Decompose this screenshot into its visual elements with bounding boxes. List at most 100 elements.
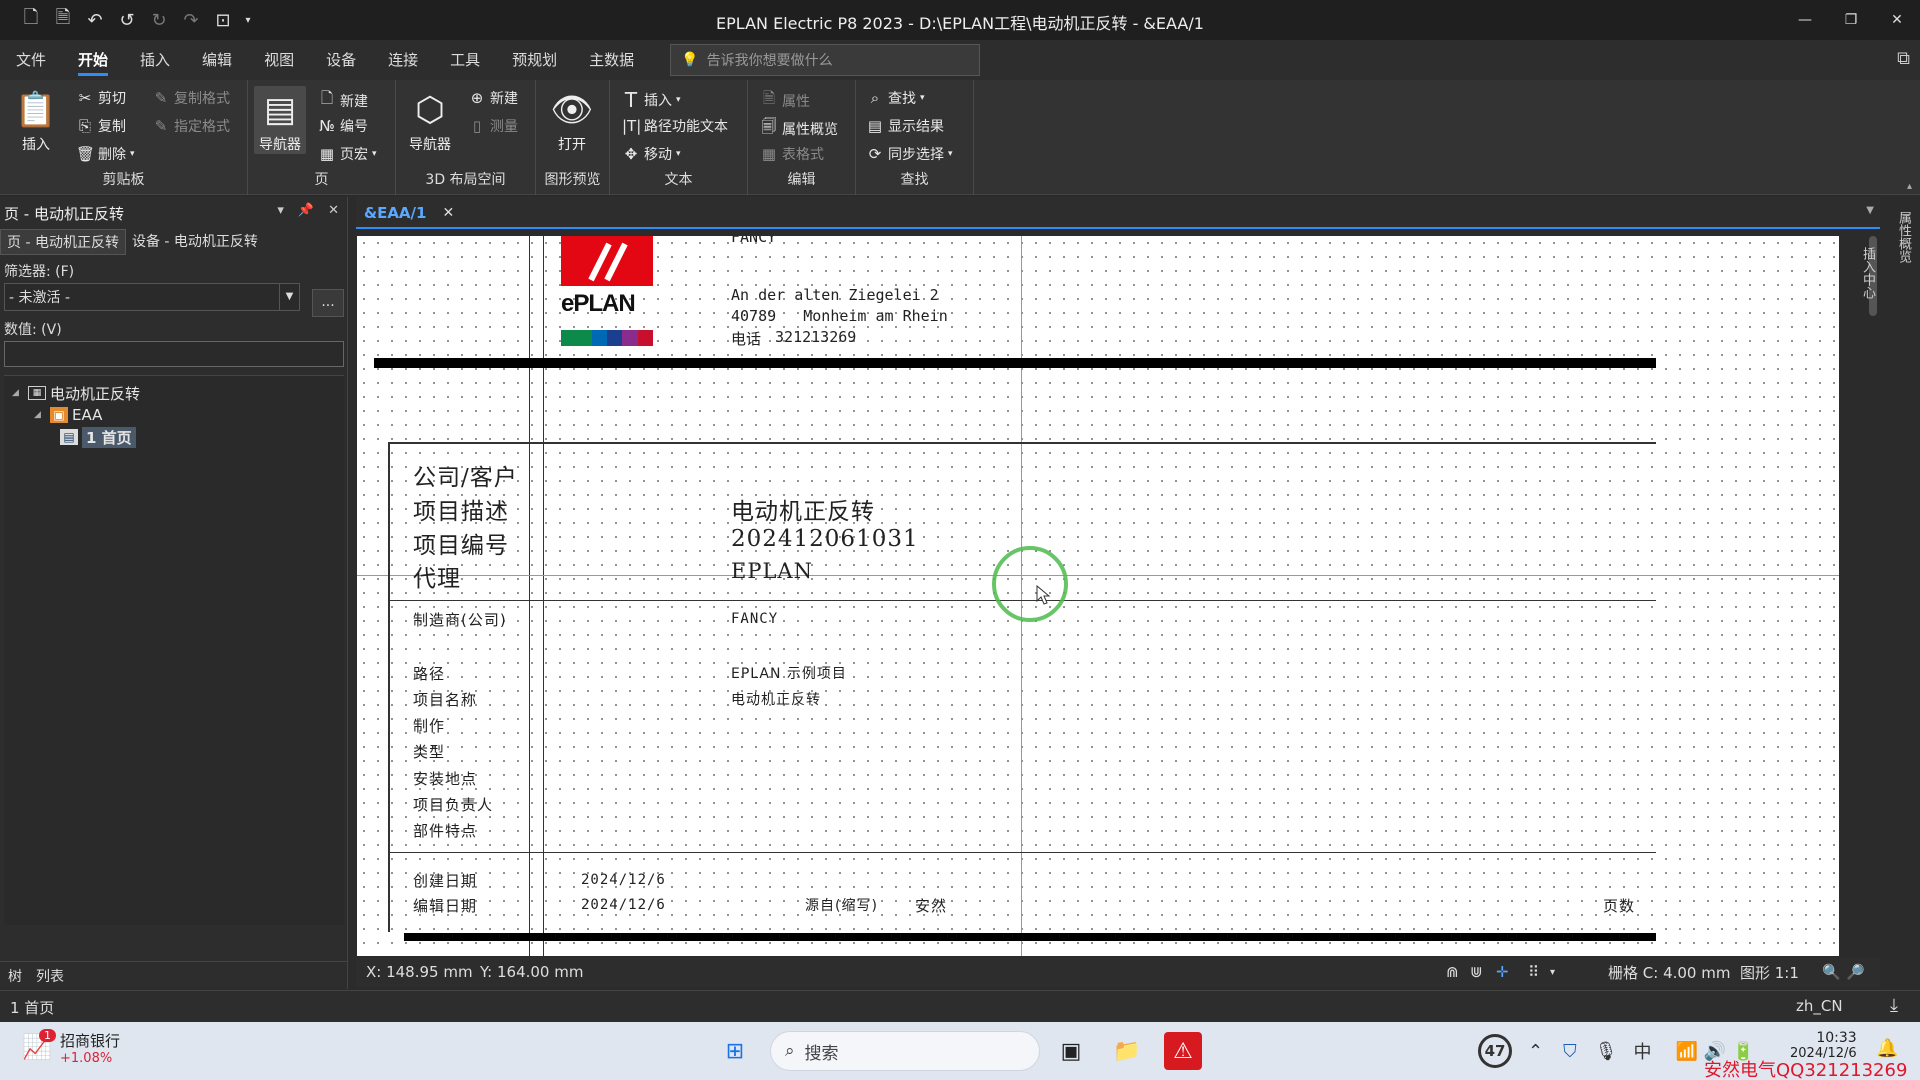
document-tab[interactable]: &EAA/1 ✕: [356, 197, 462, 229]
move-button[interactable]: ✥ 移动 ▾: [622, 144, 681, 164]
microphone-icon[interactable]: 🎙: [1595, 1041, 1618, 1062]
find-button[interactable]: ⌕ 查找 ▾: [866, 88, 925, 108]
ribbon-display-options-icon[interactable]: ⧉: [1897, 48, 1910, 69]
undo-icon[interactable]: ↺: [114, 7, 140, 33]
tab-master-data[interactable]: 主数据: [573, 40, 650, 80]
ime-indicator[interactable]: 中: [1633, 1038, 1651, 1064]
notification-badge[interactable]: 47: [1478, 1034, 1512, 1068]
start-button[interactable]: ⊞: [716, 1032, 754, 1070]
panel-close-icon[interactable]: ✕: [328, 203, 339, 218]
tree-node-structure[interactable]: ◢ ▣ EAA: [4, 404, 344, 426]
address-line-1: An der alten Ziegelei 2: [731, 286, 939, 304]
download-icon[interactable]: ⤓: [1890, 995, 1898, 1016]
copy-button[interactable]: ⎘ 复制: [76, 116, 126, 136]
path-text-icon: |T|: [622, 117, 642, 135]
redo-icon[interactable]: ↻: [146, 7, 172, 33]
properties-overview-tab[interactable]: 属性概览: [1894, 211, 1913, 263]
tree-node-project[interactable]: ◢ ▦ 电动机正反转: [4, 382, 344, 404]
measure-button[interactable]: ▯ 测量: [468, 116, 518, 136]
snap-to-grid-icon[interactable]: ⋒: [1446, 963, 1459, 981]
zoom-out-icon[interactable]: 🔍: [1822, 963, 1841, 981]
insert-text-button[interactable]: T 插入 ▾: [622, 88, 681, 112]
insert-center-tab[interactable]: 插入中心: [1858, 247, 1877, 299]
tab-edit[interactable]: 编辑: [186, 40, 248, 80]
undo-all-icon[interactable]: ↶: [82, 7, 108, 33]
table-format-button[interactable]: ▦ 表格式: [760, 144, 824, 164]
big-row-value-agent: EPLAN: [731, 559, 813, 583]
properties-button[interactable]: 🗎 属性: [760, 88, 810, 113]
tab-devices[interactable]: 设备 - 电动机正反转: [126, 229, 264, 255]
tab-pages[interactable]: 页 - 电动机正反转: [0, 229, 126, 255]
logo-text: ePLAN: [561, 290, 636, 317]
properties-overview-button[interactable]: 🗐 属性概览: [760, 116, 839, 141]
redo-all-icon[interactable]: ↷: [178, 7, 204, 33]
panel-menu-icon[interactable]: ▾: [277, 203, 284, 218]
filter-select[interactable]: - 未激活 - ▼: [4, 283, 300, 311]
new-project-icon[interactable]: 🗋: [18, 7, 44, 33]
new-page-button[interactable]: 🗋 新建: [318, 88, 368, 113]
collapse-icon[interactable]: ◢: [12, 388, 24, 398]
time: 10:33: [1816, 1030, 1857, 1046]
page-macro-button[interactable]: ▦ 页宏 ▾: [318, 144, 377, 164]
tell-me-search[interactable]: 💡 告诉我你想要做什么: [670, 44, 981, 76]
stock-widget[interactable]: 📈 1 招商银行 +1.08%: [22, 1029, 120, 1066]
ribbon-collapse-icon[interactable]: ▴: [1907, 181, 1912, 192]
tree-node-page[interactable]: ▤ 1 首页: [4, 426, 344, 448]
close-window-button[interactable]: ✕: [1874, 0, 1920, 40]
tab-connection[interactable]: 连接: [372, 40, 434, 80]
crosshair-icon[interactable]: ✛: [1496, 963, 1509, 981]
assign-format-button[interactable]: ✎ 指定格式: [152, 116, 230, 136]
filter-more-button[interactable]: ...: [312, 289, 344, 317]
tab-tools[interactable]: 工具: [434, 40, 496, 80]
tab-tree[interactable]: 树: [8, 966, 22, 986]
bottom-rule: [404, 933, 1656, 941]
wifi-icon[interactable]: 📶: [1675, 1041, 1697, 1062]
value-input[interactable]: [4, 341, 344, 367]
numbering-icon: №: [319, 117, 335, 135]
view-icon[interactable]: ⊡: [210, 7, 236, 33]
delete-button[interactable]: 🗑 删除 ▾: [76, 144, 135, 164]
shield-icon[interactable]: ⛉: [1563, 1041, 1577, 1062]
file-explorer-icon[interactable]: 📁: [1108, 1032, 1146, 1070]
open-preview-button[interactable]: 👁 打开: [546, 86, 598, 154]
task-view-icon[interactable]: ▣: [1052, 1032, 1090, 1070]
tab-list[interactable]: 列表: [36, 966, 64, 986]
restore-button[interactable]: ❐: [1828, 0, 1874, 40]
logo-mark-icon: [588, 242, 628, 282]
minimize-button[interactable]: —: [1782, 0, 1828, 40]
insert-button[interactable]: 📋 插入: [10, 86, 62, 154]
clipboard-icon: 📋: [14, 90, 58, 130]
number-pages-button[interactable]: № 编号: [318, 116, 368, 136]
tab-insert[interactable]: 插入: [124, 40, 186, 80]
copy-format-button[interactable]: ✎ 复制格式: [152, 88, 230, 108]
layout-navigator-button[interactable]: ⬡ 导航器: [404, 86, 456, 154]
close-tab-icon[interactable]: ✕: [442, 205, 454, 221]
tab-device[interactable]: 设备: [310, 40, 372, 80]
pin-icon[interactable]: 📌: [298, 203, 314, 218]
quick-access-toolbar: 🗋 🗎 ↶ ↺ ↻ ↷ ⊡ ▾: [0, 7, 254, 33]
page-macro-icon: ▦: [319, 145, 335, 163]
tab-start[interactable]: 开始: [62, 40, 124, 80]
chevron-up-icon[interactable]: ⌃: [1528, 1041, 1543, 1062]
document-list-icon[interactable]: ▼: [1866, 205, 1874, 216]
drawing-canvas[interactable]: ePLAN FANCY An der alten Ziegelei 2 4078…: [357, 236, 1839, 956]
zoom-in-icon[interactable]: 🔎: [1846, 963, 1865, 981]
cut-button[interactable]: ✂ 剪切: [76, 88, 126, 108]
collapse-icon[interactable]: ◢: [34, 410, 46, 420]
show-results-button[interactable]: ▤ 显示结果: [866, 116, 944, 136]
grid-display-icon[interactable]: ⠿: [1528, 963, 1539, 981]
sync-selection-button[interactable]: ⟳ 同步选择 ▾: [866, 144, 953, 164]
new-layout-space-button[interactable]: ⊕ 新建: [468, 88, 518, 108]
page-navigator-button[interactable]: ▤ 导航器: [254, 86, 306, 154]
sync-icon: ⟳: [868, 145, 882, 163]
tab-file[interactable]: 文件: [0, 40, 62, 80]
tab-view[interactable]: 视图: [248, 40, 310, 80]
snap-icon[interactable]: ⋓: [1470, 963, 1483, 981]
qat-customize-icon[interactable]: ▾: [242, 7, 254, 33]
path-function-text-button[interactable]: |T| 路径功能文本: [622, 116, 728, 136]
grid-dropdown-icon[interactable]: ▾: [1550, 967, 1555, 978]
tab-preplanning[interactable]: 预规划: [496, 40, 573, 80]
open-project-icon[interactable]: 🗎: [50, 7, 76, 33]
taskbar-search[interactable]: ⌕ 搜索: [770, 1031, 1040, 1071]
eplan-app-icon[interactable]: ⚠: [1164, 1032, 1202, 1070]
